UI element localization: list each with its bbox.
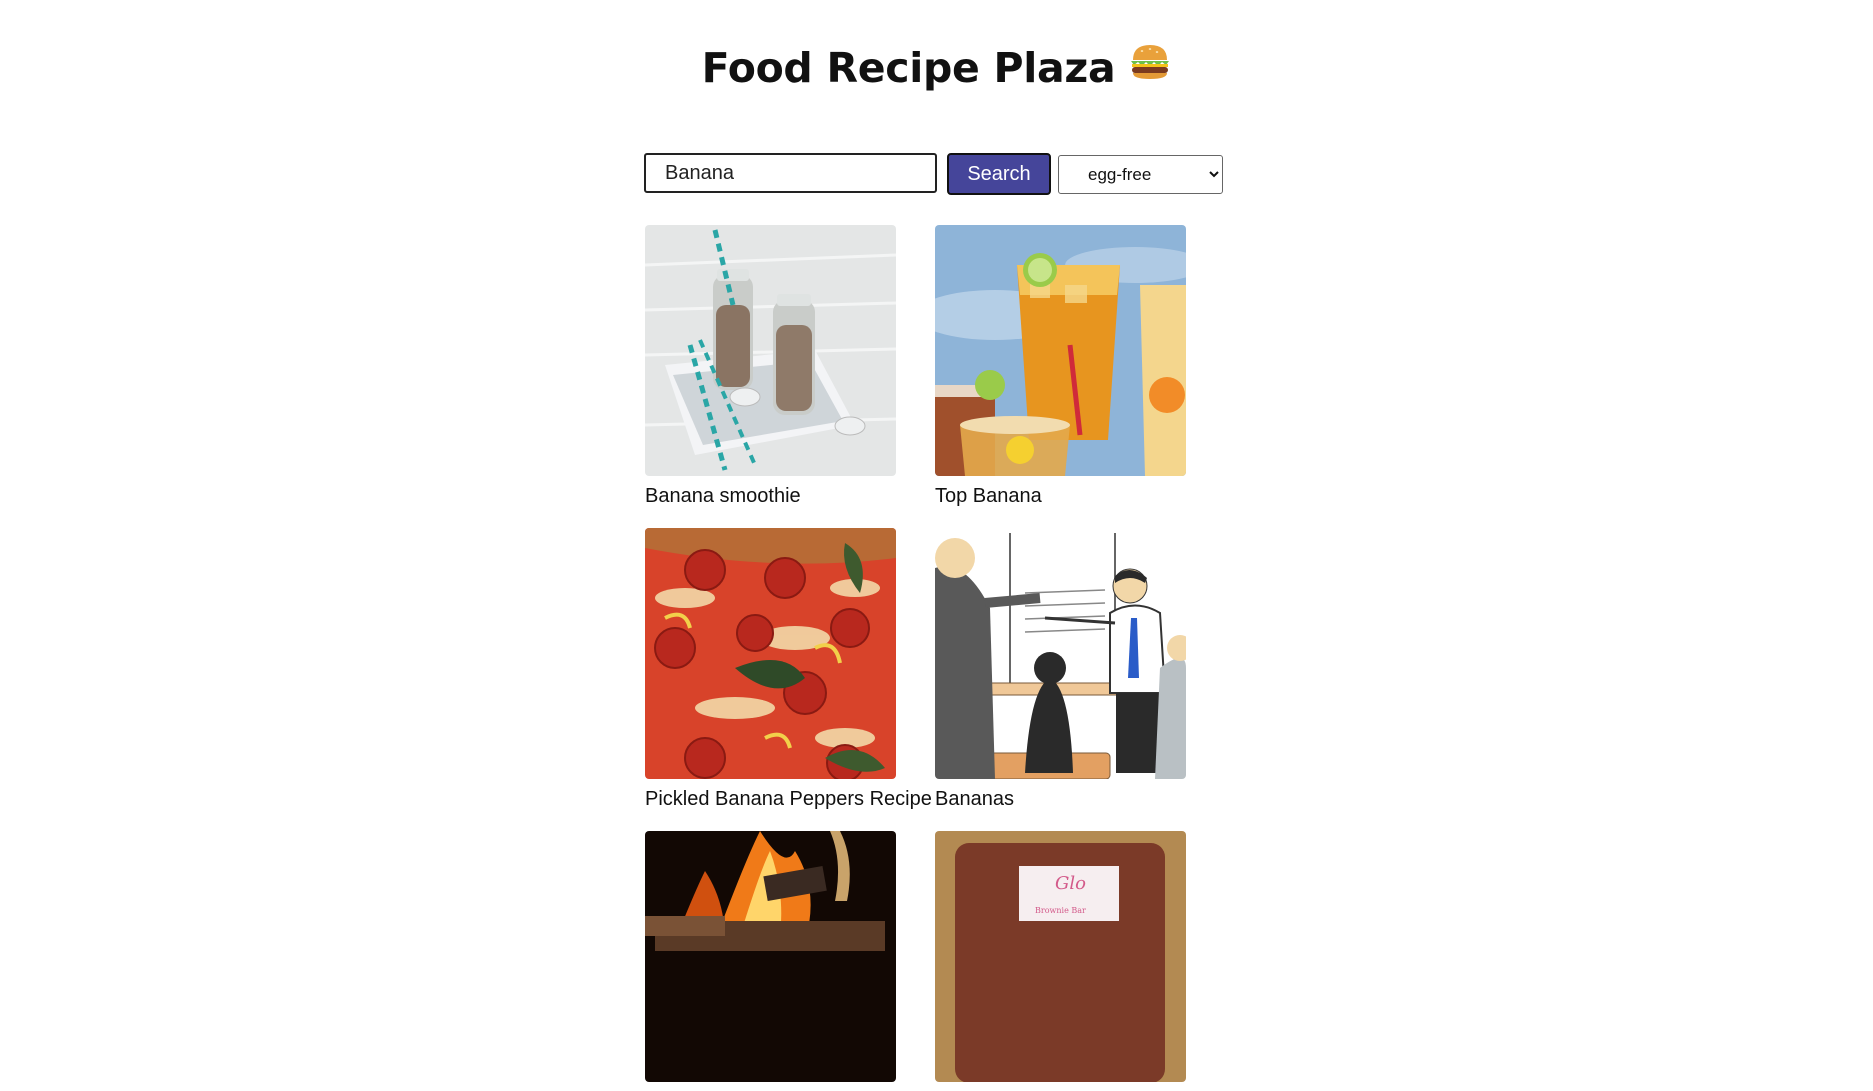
iced-tea-drinks-image[interactable] [935, 225, 1186, 476]
packaged-bar-image[interactable]: Glo Brownie Bar [935, 831, 1186, 1082]
recipe-card[interactable]: Bananas [935, 528, 1186, 811]
diet-filter-select[interactable]: egg-free [1058, 155, 1223, 194]
recipe-card-title[interactable]: Pickled Banana Peppers Recipe [645, 788, 932, 811]
search-input[interactable] [644, 153, 937, 193]
recipe-card[interactable]: Top Banana [935, 225, 1186, 508]
recipe-card-title[interactable]: Banana smoothie [645, 485, 896, 508]
recipe-card[interactable]: Pickled Banana Peppers Recipe [645, 528, 932, 811]
recipe-card[interactable]: Glo Brownie Bar [935, 831, 1186, 1091]
campfire-image[interactable] [645, 831, 896, 1082]
page-title: Food Recipe Plaza [0, 44, 1873, 95]
recipe-card[interactable] [645, 831, 896, 1091]
presentation-illustration-image[interactable] [935, 528, 1186, 779]
page-title-text: Food Recipe Plaza [701, 44, 1116, 92]
recipe-card-title[interactable]: Top Banana [935, 485, 1186, 508]
banana-smoothie-image[interactable] [645, 225, 896, 476]
packaged-bar-subtitle: Brownie Bar [1035, 906, 1086, 915]
packaged-bar-brand: Glo [1055, 873, 1086, 894]
burger-icon [1129, 43, 1171, 91]
pepperoni-pizza-image[interactable] [645, 528, 896, 779]
recipe-card[interactable]: Banana smoothie [645, 225, 896, 508]
search-button[interactable]: Search [947, 153, 1051, 195]
recipe-card-title[interactable]: Bananas [935, 788, 1186, 811]
